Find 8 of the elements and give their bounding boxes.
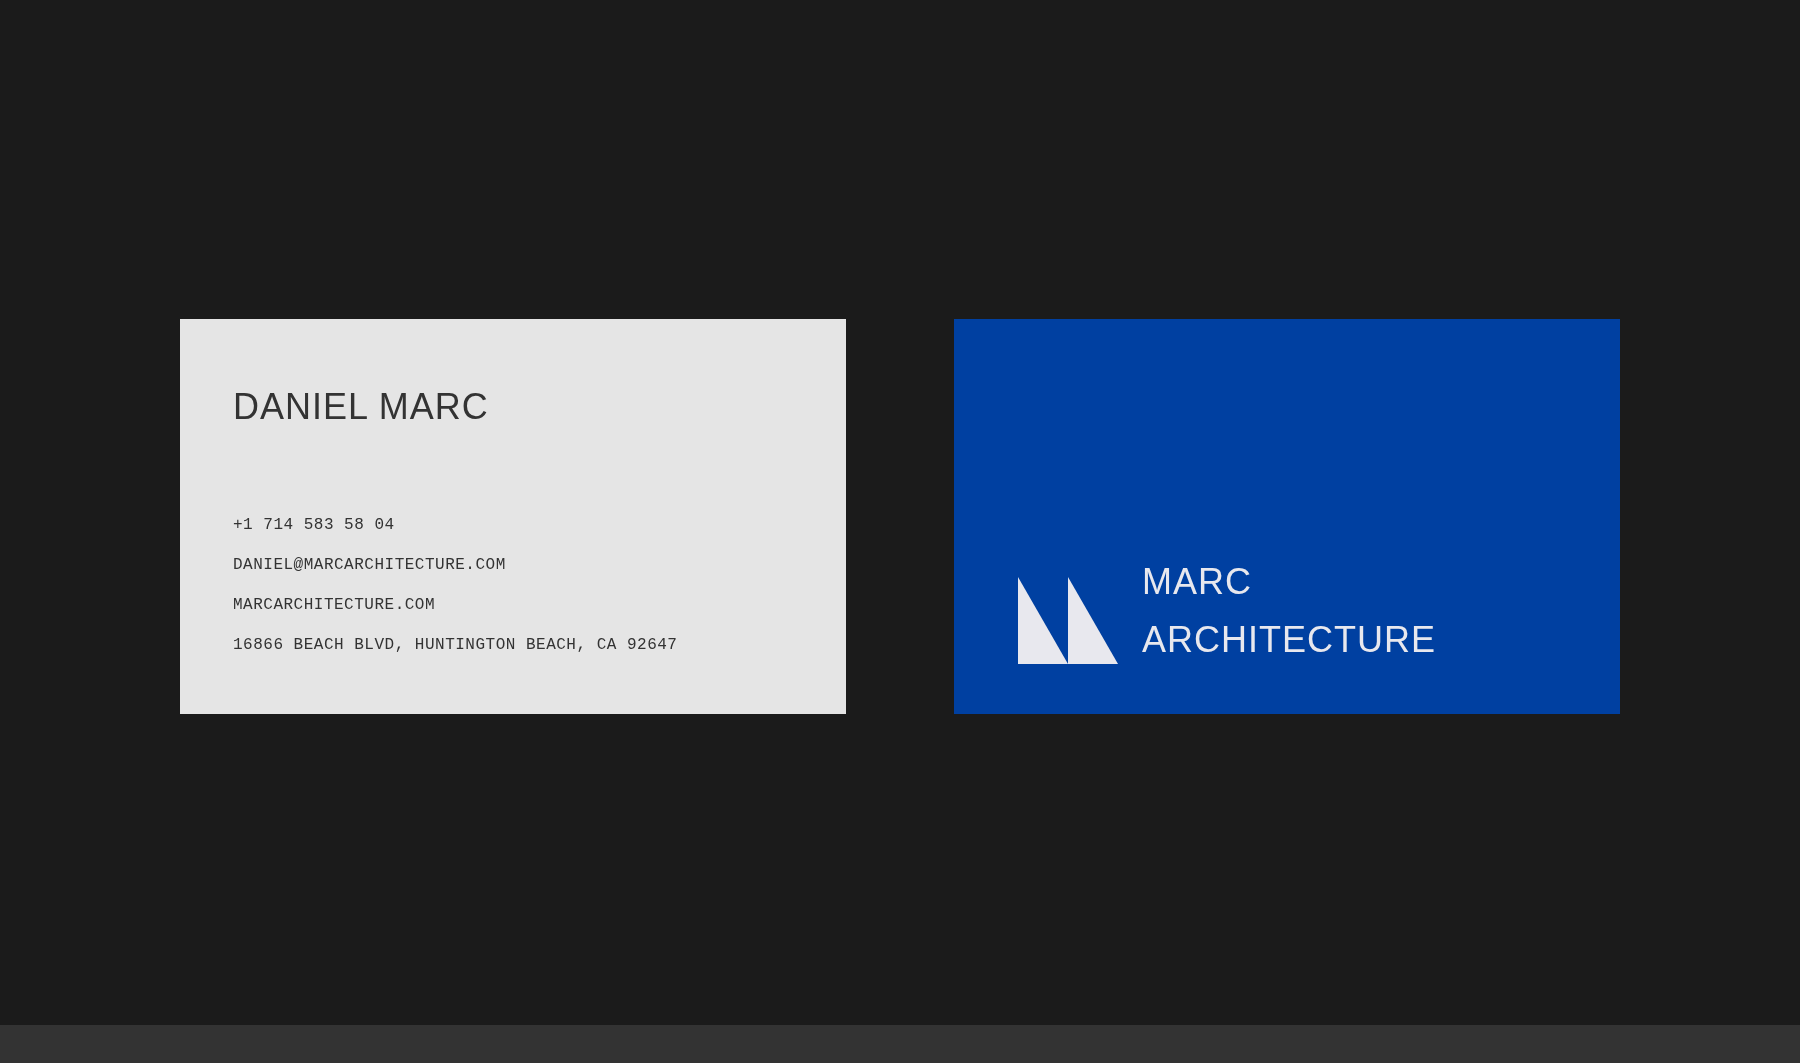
contact-line: DANIEL@MARCARCHITECTURE.COM — [233, 555, 506, 575]
contact-line: 16866 BEACH BLVD, HUNTINGTON BEACH, CA 92647 — [233, 635, 678, 655]
contact-line: +1 714 583 58 04 — [233, 515, 395, 535]
contact-line: MARCARCHITECTURE.COM — [233, 595, 436, 615]
card-name: DANIEL MARC — [233, 387, 490, 427]
logo-wordmark: MARC — [1142, 560, 1252, 604]
logo-icon — [1018, 577, 1118, 664]
logo-wordmark: ARCHITECTURE — [1142, 618, 1436, 662]
